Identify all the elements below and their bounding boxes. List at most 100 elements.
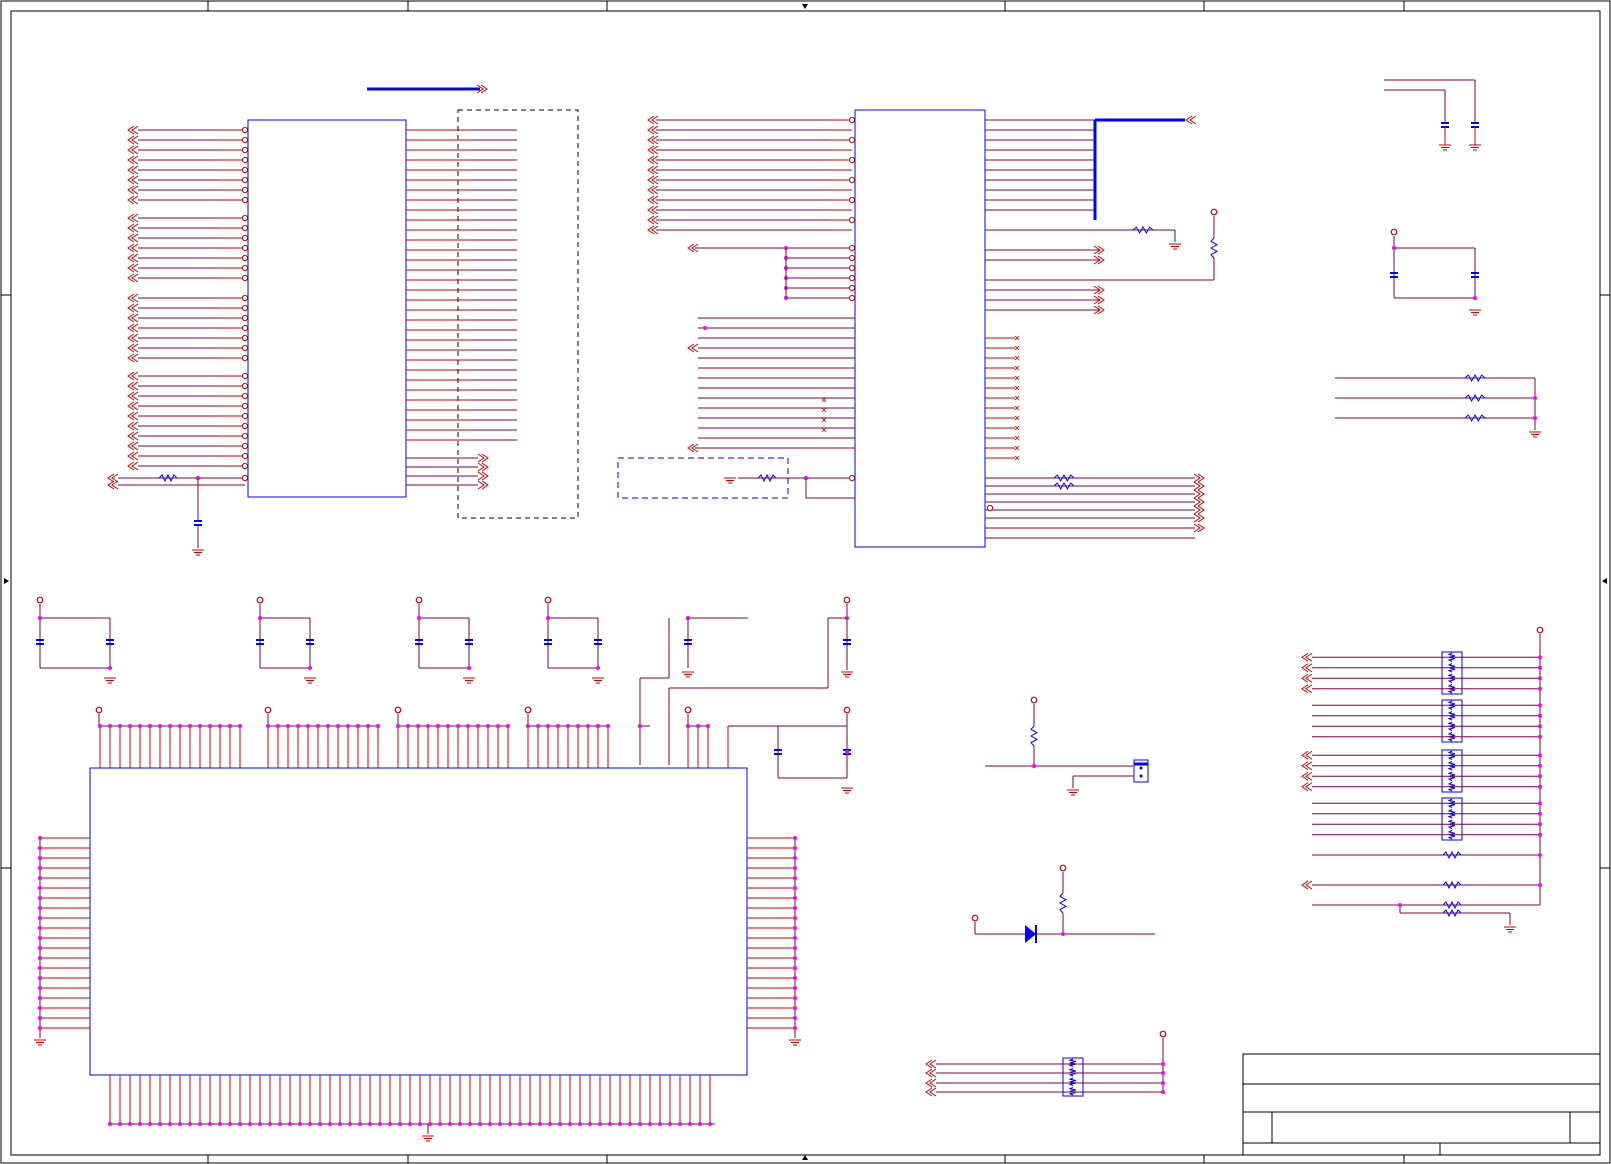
pin-bubble bbox=[241, 136, 249, 144]
junction-dot bbox=[586, 724, 590, 728]
power-port-icon bbox=[415, 596, 423, 604]
junction-dot bbox=[38, 896, 42, 900]
offpage-connector-icon bbox=[127, 243, 135, 253]
junction-dot bbox=[38, 986, 42, 990]
junction-dot bbox=[793, 966, 797, 970]
offpage-connector-icon bbox=[687, 443, 695, 453]
offpage-connector-icon bbox=[127, 381, 135, 391]
junction-dot bbox=[168, 724, 172, 728]
junction-dot bbox=[208, 724, 212, 728]
junction-dot bbox=[568, 1122, 572, 1126]
resistor-symbol bbox=[1068, 1058, 1077, 1067]
junction-dot bbox=[38, 616, 42, 620]
offpage-connector-icon bbox=[687, 343, 695, 353]
junction-dot bbox=[467, 666, 471, 670]
junction-dot bbox=[38, 1016, 42, 1020]
offpage-connector-icon bbox=[127, 431, 135, 441]
offpage-connector-icon bbox=[127, 323, 135, 333]
junction-dot bbox=[478, 1122, 482, 1126]
junction-dot bbox=[296, 724, 300, 728]
junction-dot bbox=[338, 1122, 342, 1126]
pin-bubble bbox=[241, 254, 249, 262]
pin-bubble bbox=[241, 432, 249, 440]
offpage-connector-icon bbox=[1301, 761, 1309, 771]
pin-bubble bbox=[848, 244, 856, 252]
junction-dot bbox=[793, 976, 797, 980]
ic-u2-body bbox=[854, 109, 986, 548]
pin-bubble bbox=[241, 274, 249, 282]
schematic-content bbox=[34, 79, 1544, 1142]
junction-dot bbox=[38, 836, 42, 840]
junction-dot bbox=[1032, 764, 1036, 768]
offpage-connector-icon bbox=[127, 313, 135, 323]
junction-dot bbox=[396, 724, 400, 728]
junction-dot bbox=[686, 724, 690, 728]
pin-bubble bbox=[241, 382, 249, 390]
junction-dot bbox=[638, 1122, 642, 1126]
no-connect-icon bbox=[1014, 425, 1020, 431]
junction-dot bbox=[378, 1122, 382, 1126]
junction-dot bbox=[178, 1122, 182, 1126]
pin-bubble bbox=[241, 334, 249, 342]
junction-dot bbox=[188, 724, 192, 728]
junction-dot bbox=[108, 666, 112, 670]
junction-dot bbox=[258, 1122, 262, 1126]
no-connect-icon bbox=[1014, 395, 1020, 401]
junction-dot bbox=[38, 866, 42, 870]
junction-dot bbox=[845, 750, 849, 754]
junction-dot bbox=[596, 724, 600, 728]
ground-icon bbox=[422, 1135, 434, 1142]
power-port-icon bbox=[1536, 626, 1544, 634]
junction-dot bbox=[508, 1122, 512, 1126]
offpage-connector-icon bbox=[127, 233, 135, 243]
diode-icon bbox=[1025, 925, 1036, 943]
junction-dot bbox=[38, 966, 42, 970]
junction-dot bbox=[348, 1122, 352, 1126]
junction-dot bbox=[668, 1122, 672, 1126]
offpage-connector-icon bbox=[481, 480, 489, 490]
offpage-connector-icon bbox=[687, 243, 695, 253]
junction-dot bbox=[658, 1122, 662, 1126]
offpage-connector-icon bbox=[647, 145, 655, 155]
junction-dot bbox=[138, 724, 142, 728]
offpage-connector-icon bbox=[127, 195, 135, 205]
offpage-connector-icon bbox=[127, 155, 135, 165]
ground-icon bbox=[304, 677, 316, 684]
offpage-connector-icon bbox=[127, 165, 135, 175]
junction-dot bbox=[276, 724, 280, 728]
junction-dot bbox=[606, 724, 610, 728]
offpage-connector-icon bbox=[1197, 523, 1205, 533]
offpage-connector-icon bbox=[481, 471, 489, 481]
pin-bubble bbox=[241, 422, 249, 430]
ground-icon bbox=[1067, 789, 1079, 796]
no-connect-icon bbox=[1014, 455, 1020, 461]
no-connect-icon bbox=[821, 427, 827, 433]
junction-dot bbox=[546, 616, 550, 620]
offpage-connector-icon bbox=[127, 135, 135, 145]
pin-bubble bbox=[241, 324, 249, 332]
offpage-connector-icon bbox=[127, 461, 135, 471]
pin-bubble bbox=[241, 462, 249, 470]
offpage-connector-icon bbox=[127, 175, 135, 185]
offpage-connector-icon bbox=[127, 293, 135, 303]
offpage-connector-icon bbox=[127, 223, 135, 233]
schematic-sheet bbox=[0, 0, 1611, 1164]
junction-dot bbox=[1538, 676, 1542, 681]
junction-dot bbox=[546, 724, 550, 728]
junction-dot bbox=[428, 1122, 432, 1126]
junction-dot bbox=[793, 876, 797, 880]
offpage-connector-icon bbox=[647, 175, 655, 185]
junction-dot bbox=[38, 976, 42, 980]
offpage-connector-icon bbox=[127, 353, 135, 363]
offpage-connector-icon bbox=[1197, 473, 1205, 483]
power-port-icon bbox=[971, 914, 979, 922]
offpage-connector-icon bbox=[1301, 782, 1309, 792]
junction-dot bbox=[358, 1122, 362, 1126]
pin-bubble bbox=[241, 452, 249, 460]
dashed-group-box bbox=[457, 109, 579, 519]
offpage-connector-icon bbox=[127, 213, 135, 223]
ic-u1-body bbox=[247, 119, 407, 498]
junction-dot bbox=[416, 724, 420, 728]
junction-dot bbox=[388, 1122, 392, 1126]
power-port-icon bbox=[524, 706, 532, 714]
